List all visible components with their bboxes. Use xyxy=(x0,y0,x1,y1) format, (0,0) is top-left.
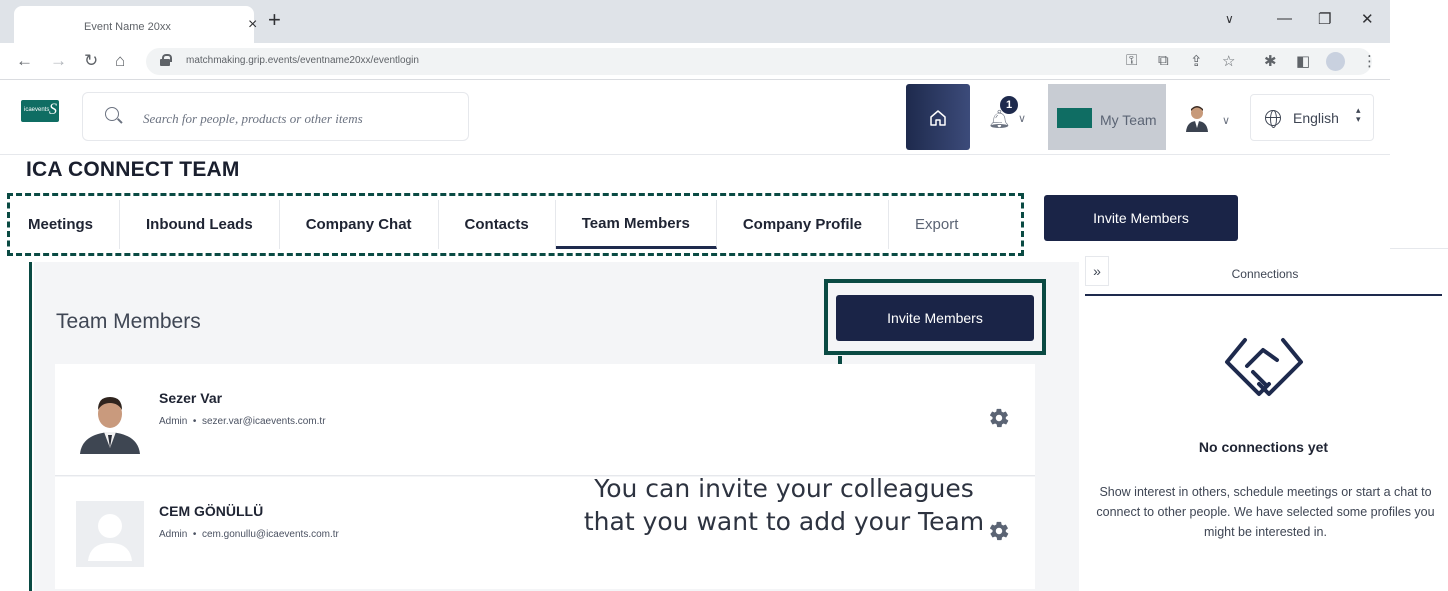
member-email: sezer.var@icaevents.com.tr xyxy=(202,416,326,427)
language-label: English xyxy=(1293,110,1339,126)
meta-separator: • xyxy=(192,529,197,540)
member-email: cem.gonullu@icaevents.com.tr xyxy=(202,529,339,540)
member-name: Sezer Var xyxy=(159,390,223,406)
browser-tab[interactable]: Event Name 20xx × xyxy=(14,6,257,43)
browser-tabstrip: Event Name 20xx × + ∨ — ❐ ✕ xyxy=(0,0,1390,43)
close-window-icon[interactable]: ✕ xyxy=(1361,10,1374,28)
search-input[interactable]: Search for people, products or other ite… xyxy=(82,92,469,141)
list-item[interactable]: Sezer Var Admin • sezer.var@icaevents.co… xyxy=(55,364,1035,476)
my-team-button[interactable]: My Team xyxy=(1048,84,1166,150)
member-role: Admin xyxy=(159,416,188,427)
team-logo xyxy=(1057,108,1092,128)
empty-state-title: No connections yet xyxy=(1198,439,1329,455)
connections-divider xyxy=(1085,294,1442,296)
home-browser-icon[interactable]: ⌂ xyxy=(115,51,125,71)
address-bar[interactable]: matchmaking.grip.events/eventname20xx/ev… xyxy=(146,48,1372,75)
restore-icon[interactable]: ❐ xyxy=(1318,10,1331,28)
logo-text: icaevents xyxy=(24,107,50,113)
tab-company-chat[interactable]: Company Chat xyxy=(280,200,439,249)
page-title: ICA CONNECT TEAM xyxy=(26,158,240,181)
member-photo xyxy=(76,388,144,454)
chevron-down-icon[interactable]: ∨ xyxy=(1018,112,1026,125)
new-tab-icon[interactable]: + xyxy=(268,7,281,33)
bookmark-star-icon[interactable]: ☆ xyxy=(1222,52,1235,70)
section-tabs: Meetings Inbound Leads Company Chat Cont… xyxy=(10,200,984,249)
tab-company-profile[interactable]: Company Profile xyxy=(717,200,890,249)
tab-inbound-leads[interactable]: Inbound Leads xyxy=(120,200,280,249)
user-avatar[interactable] xyxy=(1183,104,1211,132)
tab-search-chevron-icon[interactable]: ∨ xyxy=(1225,12,1234,26)
reload-icon[interactable]: ↻ xyxy=(84,51,98,71)
member-meta: Admin • sezer.var@icaevents.com.tr xyxy=(159,416,326,427)
tab-team-members[interactable]: Team Members xyxy=(555,200,717,249)
panel-title: Team Members xyxy=(56,310,201,333)
share-icon[interactable]: ⇪ xyxy=(1190,52,1203,70)
tab-export[interactable]: Export xyxy=(889,200,984,249)
gear-icon[interactable] xyxy=(988,407,1010,429)
home-button[interactable] xyxy=(906,84,970,150)
sidepanel-icon[interactable]: ◧ xyxy=(1296,52,1310,70)
key-icon[interactable]: ⚿ xyxy=(1126,52,1137,69)
browser-tab-title: Event Name 20xx xyxy=(84,21,171,33)
tab-meetings[interactable]: Meetings xyxy=(10,200,121,249)
user-menu-chevron-icon[interactable]: ∨ xyxy=(1222,114,1230,127)
meta-separator: • xyxy=(192,416,197,427)
member-photo-placeholder xyxy=(76,501,144,567)
my-team-label: My Team xyxy=(1100,112,1157,128)
team-members-panel: Team Members Invite Members Sezer Var Ad… xyxy=(34,262,1079,591)
language-select[interactable]: English ▴ ▾ xyxy=(1250,94,1374,141)
tab-close-icon[interactable]: × xyxy=(248,16,257,34)
app-header: icaevents S Search for people, products … xyxy=(0,81,1390,155)
tab-contacts[interactable]: Contacts xyxy=(439,200,556,249)
empty-state-description: Show interest in others, schedule meetin… xyxy=(1096,485,1435,539)
minimize-icon[interactable]: — xyxy=(1277,10,1292,27)
divider xyxy=(1390,248,1448,249)
invite-members-button-top[interactable]: Invite Members xyxy=(1044,195,1238,241)
globe-icon xyxy=(1265,110,1281,128)
annotation-line xyxy=(29,262,32,591)
lock-icon[interactable] xyxy=(160,54,172,66)
connections-panel: » Connections No connections yet Show in… xyxy=(1085,256,1448,591)
forward-icon[interactable]: → xyxy=(50,51,67,71)
home-icon xyxy=(930,110,946,126)
select-arrows-icon: ▴ ▾ xyxy=(1356,105,1361,124)
handshake-icon xyxy=(1225,338,1303,396)
collapse-double-chevron-icon[interactable]: » xyxy=(1085,256,1109,286)
back-icon[interactable]: ← xyxy=(16,51,33,71)
logo-mark: S xyxy=(49,101,57,118)
notification-badge: 1 xyxy=(1000,96,1018,114)
member-meta: Admin • cem.gonullu@icaevents.com.tr xyxy=(159,529,339,540)
member-role: Admin xyxy=(159,529,188,540)
annotation-helper-text: You can invite your colleagues that you … xyxy=(583,474,985,536)
search-placeholder: Search for people, products or other ite… xyxy=(143,111,363,126)
extensions-icon[interactable]: ✱ xyxy=(1264,52,1277,70)
company-logo[interactable]: icaevents S xyxy=(21,100,59,122)
search-icon xyxy=(105,107,119,121)
menu-kebab-icon[interactable]: ⋮ xyxy=(1362,52,1377,70)
connections-title: Connections xyxy=(1231,267,1299,281)
member-name: CEM GÖNÜLLÜ xyxy=(159,503,264,519)
translate-icon[interactable]: ⧉ xyxy=(1158,52,1169,69)
invite-members-button[interactable]: Invite Members xyxy=(836,295,1034,341)
browser-profile-icon[interactable] xyxy=(1326,52,1345,71)
url-text[interactable]: matchmaking.grip.events/eventname20xx/ev… xyxy=(186,55,419,66)
browser-toolbar: ← → ↻ ⌂ matchmaking.grip.events/eventnam… xyxy=(0,43,1390,80)
